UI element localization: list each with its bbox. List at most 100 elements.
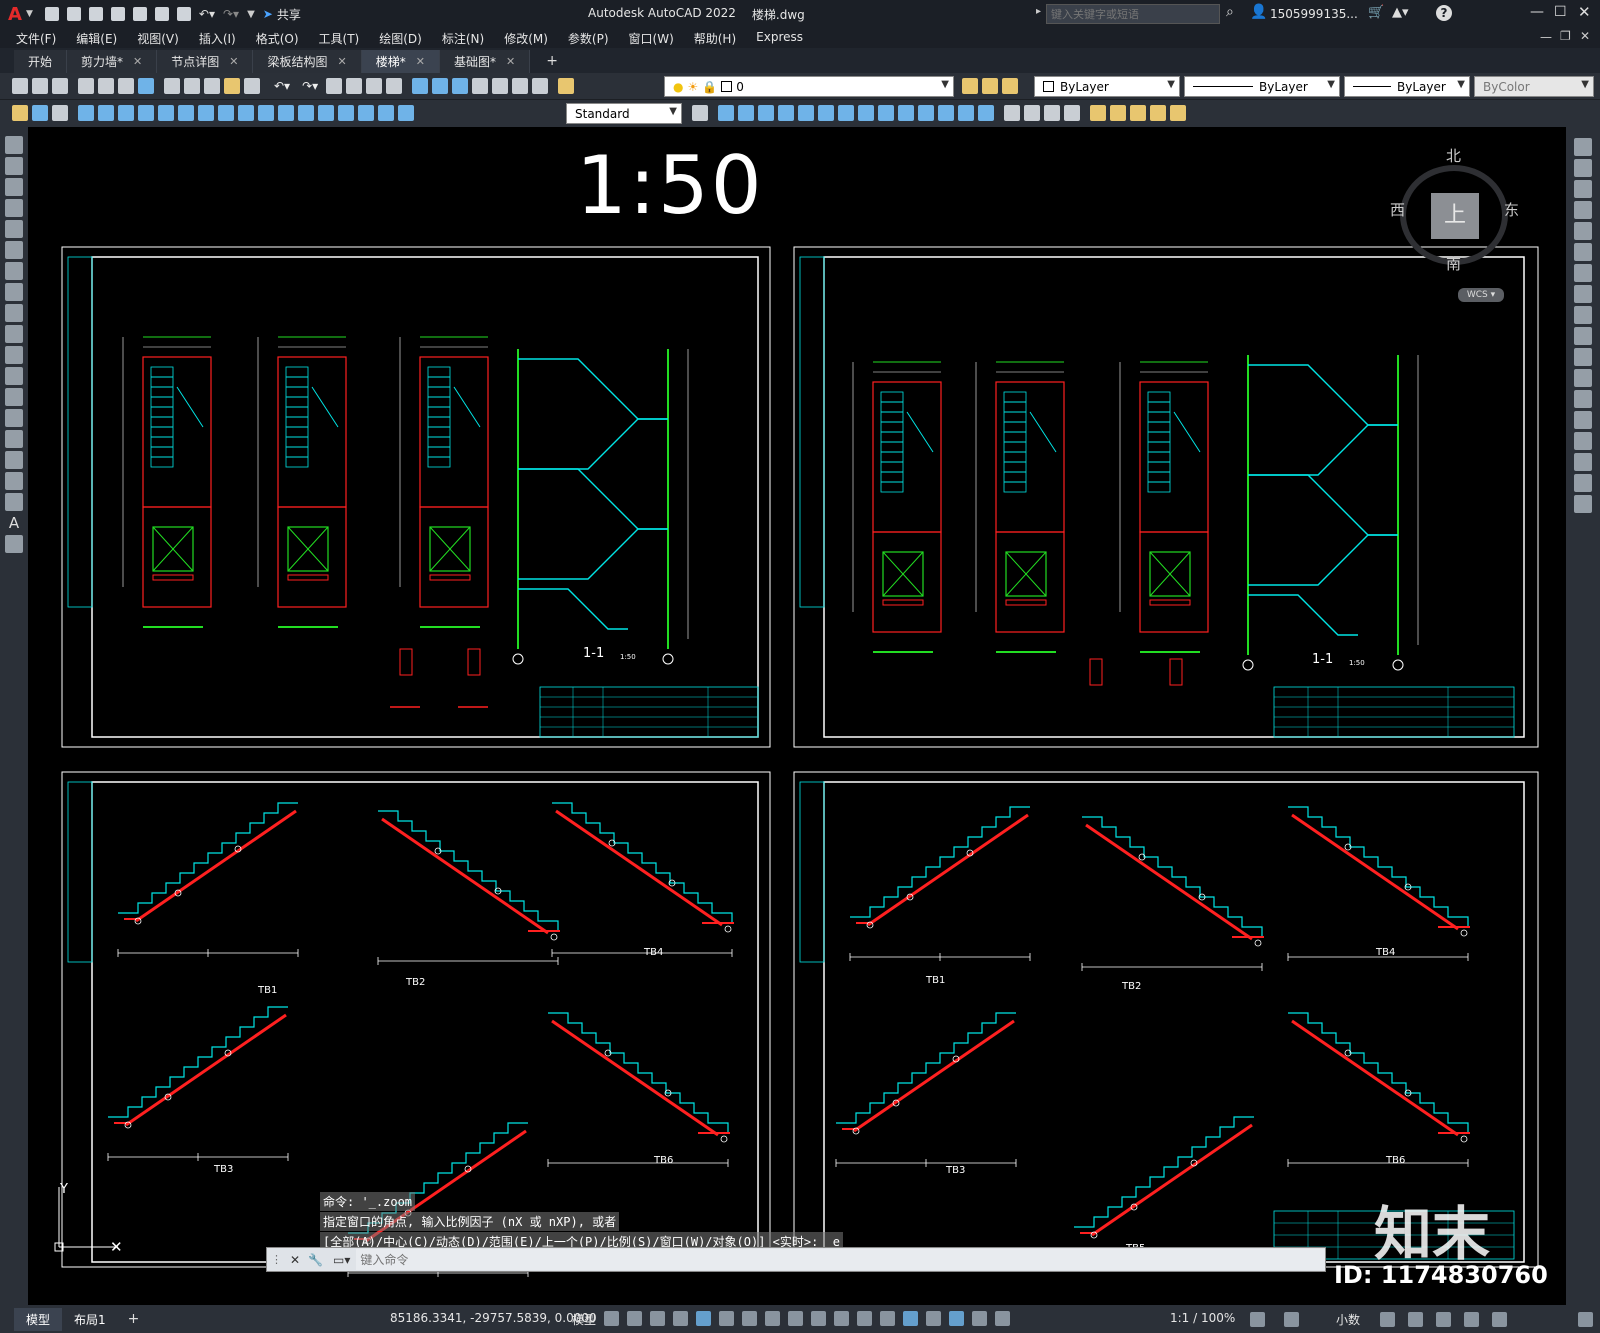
add-selected-icon[interactable]: [5, 535, 23, 553]
viewcube[interactable]: 上 北 南 西 东: [1390, 147, 1519, 273]
properties-icon[interactable]: [412, 78, 429, 94]
object-snap-tracking-icon[interactable]: [765, 1311, 780, 1326]
infer-constraints-icon[interactable]: [650, 1311, 665, 1326]
redo-icon-2[interactable]: ↷▾: [302, 79, 318, 93]
gizmo-icon[interactable]: [949, 1311, 964, 1326]
save-icon[interactable]: [88, 7, 103, 21]
help-icon[interactable]: ?: [1436, 5, 1452, 21]
ellipse-arc-icon[interactable]: [5, 346, 23, 364]
user-icon[interactable]: 👤: [1250, 4, 1267, 20]
region-icon[interactable]: [5, 472, 23, 490]
union-icon[interactable]: [1004, 105, 1020, 121]
cylinder-icon[interactable]: [798, 105, 814, 121]
plot-preview-icon[interactable]: [98, 78, 114, 94]
viewcube-north[interactable]: 北: [1446, 145, 1461, 166]
layer-properties-icon[interactable]: [558, 78, 575, 94]
sweep-icon[interactable]: [918, 105, 934, 121]
lineweight-icon[interactable]: [811, 1311, 826, 1326]
block-editor-icon[interactable]: [244, 78, 260, 94]
dim-ordinate-icon[interactable]: [138, 105, 154, 121]
save-as-icon[interactable]: [110, 7, 125, 21]
viewcube-top-face[interactable]: 上: [1431, 193, 1479, 239]
sheetset-icon[interactable]: [472, 78, 489, 94]
offset-icon[interactable]: [1574, 201, 1592, 219]
center-mark-icon[interactable]: [358, 105, 374, 121]
join-icon[interactable]: [1574, 411, 1592, 429]
dim-continue-icon[interactable]: [278, 105, 294, 121]
layout-tab-1[interactable]: 布局1: [62, 1308, 118, 1331]
share-button[interactable]: 共享: [277, 6, 301, 23]
tab-close-icon[interactable]: ✕: [133, 55, 142, 68]
break-at-point-icon[interactable]: [1574, 369, 1592, 387]
command-close-icon[interactable]: ✕: [290, 1253, 300, 1267]
share-icon[interactable]: ➤: [263, 7, 273, 21]
publish-icon[interactable]: [118, 78, 134, 94]
inspect-icon[interactable]: [378, 105, 394, 121]
gradient-icon[interactable]: [5, 451, 23, 469]
make-block-icon-2[interactable]: [5, 388, 23, 406]
save-icon-2[interactable]: [52, 78, 68, 94]
explode-icon[interactable]: [1574, 495, 1592, 513]
plot-icon[interactable]: [78, 78, 94, 94]
quickcalc-icon[interactable]: [512, 78, 529, 94]
annotation-visibility-icon[interactable]: [972, 1311, 987, 1326]
layout-tab-0[interactable]: 模型: [14, 1307, 63, 1331]
dim-arc-icon[interactable]: [118, 105, 134, 121]
dim-break-icon[interactable]: [318, 105, 334, 121]
file-tab-5[interactable]: 基础图* ✕: [439, 50, 531, 73]
dynamic-ucs-icon[interactable]: [903, 1311, 918, 1326]
close-icon[interactable]: ✕: [1578, 3, 1591, 21]
match-properties-icon[interactable]: [224, 78, 240, 94]
dim-style-icon[interactable]: [692, 105, 708, 121]
trim-icon[interactable]: [1574, 327, 1592, 345]
wedge-icon[interactable]: [738, 105, 754, 121]
menu-item-4[interactable]: 格式(O): [246, 30, 309, 47]
zoom-window-icon[interactable]: [366, 78, 383, 94]
dynamic-input-icon[interactable]: [673, 1311, 688, 1326]
cart-icon[interactable]: 🛒: [1368, 5, 1384, 20]
insert-block-icon[interactable]: [12, 105, 28, 121]
dim-angular-icon[interactable]: [218, 105, 234, 121]
zoom-previous-icon[interactable]: [386, 78, 403, 94]
doc-restore-icon[interactable]: ❐: [1560, 29, 1571, 43]
file-tab-0[interactable]: 开始: [14, 50, 68, 73]
chamfer-icon[interactable]: [1574, 432, 1592, 450]
3d-osnap-icon[interactable]: [880, 1311, 895, 1326]
thicken-icon[interactable]: [1110, 105, 1126, 121]
tab-close-icon[interactable]: ✕: [506, 55, 515, 68]
command-input[interactable]: [356, 1249, 1325, 1270]
user-name[interactable]: 1505999135...: [1270, 7, 1358, 21]
hatch-icon[interactable]: [52, 105, 68, 121]
viewcube-west[interactable]: 西: [1390, 199, 1405, 220]
imprint-icon[interactable]: [1130, 105, 1146, 121]
table-icon[interactable]: [5, 493, 23, 511]
layer-dropdown[interactable]: ● ☀ 🔒 0 ▼: [664, 76, 954, 97]
open-web-icon[interactable]: [132, 7, 147, 21]
dim-jogged-icon[interactable]: [178, 105, 194, 121]
annotation-scale[interactable]: 1:1 / 100%: [1164, 1311, 1241, 1325]
tab-close-icon[interactable]: ✕: [416, 55, 425, 68]
construction-line-icon[interactable]: [5, 157, 23, 175]
plotstyle-dropdown[interactable]: ByColor ▼: [1474, 76, 1594, 97]
box-icon[interactable]: [718, 105, 734, 121]
menu-item-9[interactable]: 参数(P): [558, 30, 619, 47]
loft-icon[interactable]: [958, 105, 974, 121]
make-current-icon[interactable]: [962, 78, 978, 94]
fillet-icon[interactable]: [1574, 453, 1592, 471]
tab-close-icon[interactable]: ✕: [229, 55, 238, 68]
tab-close-icon[interactable]: ✕: [338, 55, 347, 68]
flatshot-icon[interactable]: [1170, 105, 1186, 121]
layer-state-icon[interactable]: [1002, 78, 1018, 94]
isolate-objects-icon[interactable]: [1436, 1312, 1451, 1327]
file-tab-3[interactable]: 梁板结构图 ✕: [253, 50, 362, 73]
units-value[interactable]: 小数: [1330, 1311, 1366, 1328]
search-icon[interactable]: ⌕: [1226, 4, 1234, 20]
selection-cycling-icon[interactable]: [857, 1311, 872, 1326]
search-input[interactable]: [1046, 4, 1220, 24]
undo-icon-2[interactable]: ↶▾: [274, 79, 290, 93]
presspull-icon[interactable]: [898, 105, 914, 121]
auto-scale-icon[interactable]: [995, 1311, 1010, 1326]
cut-icon[interactable]: [164, 78, 180, 94]
tolerance-icon[interactable]: [338, 105, 354, 121]
intersect-icon[interactable]: [1044, 105, 1060, 121]
